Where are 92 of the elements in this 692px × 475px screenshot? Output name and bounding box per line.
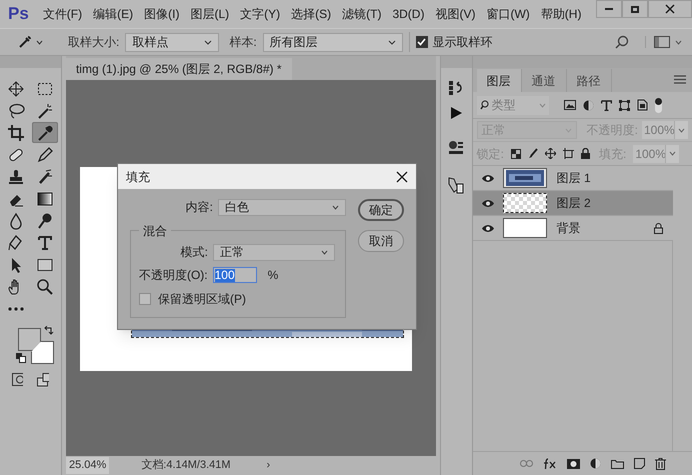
group-label: 混合 xyxy=(138,222,171,240)
sample-size-dropdown[interactable]: 取样点 xyxy=(125,32,220,52)
panel-tab[interactable]: 通道 xyxy=(522,69,567,92)
brush-icon[interactable] xyxy=(528,148,538,159)
content-label: 内容: xyxy=(186,199,213,216)
mode-dropdown[interactable]: 正常 xyxy=(212,244,335,260)
menu-item[interactable]: 文字(Y) xyxy=(240,5,280,23)
mask-icon[interactable] xyxy=(566,458,580,468)
minimize-button[interactable] xyxy=(596,0,622,18)
layer-row[interactable]: 图层 2 xyxy=(472,191,673,216)
opacity-label: 不透明度(O): xyxy=(138,267,208,284)
app-logo: Ps xyxy=(8,3,29,26)
eyedropper-icon xyxy=(18,35,32,49)
search-icon[interactable] xyxy=(615,35,629,49)
new-layer-icon[interactable] xyxy=(634,458,645,469)
adjust-icon[interactable] xyxy=(447,176,466,194)
sample-dropdown[interactable]: 所有图层 xyxy=(262,32,403,52)
screen-mode-icon[interactable] xyxy=(36,373,49,387)
menu-item[interactable]: 文件(F) xyxy=(42,5,82,23)
opacity-field[interactable]: 100 xyxy=(212,267,257,283)
cancel-button[interactable]: 取消 xyxy=(358,230,404,252)
close-icon xyxy=(665,4,675,14)
show-ring-checkbox[interactable]: 显示取样环 xyxy=(416,33,493,51)
sample-label: 样本: xyxy=(229,34,257,51)
caret-icon xyxy=(320,250,328,254)
content-dropdown[interactable]: 白色 xyxy=(218,198,346,216)
status-menu-arrow[interactable]: › xyxy=(266,457,270,474)
history-icon[interactable] xyxy=(448,80,464,96)
dialog-title: 填充 xyxy=(126,168,150,186)
eyedropper-icon[interactable] xyxy=(32,122,58,143)
layer-name: 图层 2 xyxy=(556,195,591,212)
caret-icon xyxy=(36,40,43,44)
fx-icon[interactable] xyxy=(542,458,557,470)
panel-tab[interactable]: 图层 xyxy=(476,69,522,92)
eye-icon[interactable] xyxy=(480,224,495,232)
artboard-icon[interactable] xyxy=(562,148,574,159)
check-icon xyxy=(417,38,426,46)
sample-size-label: 取样大小: xyxy=(68,34,120,51)
foreground-color-swatch[interactable] xyxy=(18,328,41,351)
mode-label: 模式: xyxy=(180,244,208,261)
ok-button[interactable]: 确定 xyxy=(358,199,404,221)
trash-icon[interactable] xyxy=(654,458,666,470)
caret-icon xyxy=(669,151,676,156)
eye-icon[interactable] xyxy=(480,198,495,208)
swap-colors-icon[interactable] xyxy=(44,326,54,336)
menu-item[interactable]: 图像(I) xyxy=(144,5,180,23)
image-filter-icon[interactable] xyxy=(564,100,576,110)
lock-icon[interactable] xyxy=(580,148,590,159)
caret-icon xyxy=(332,204,339,210)
panel-tab[interactable]: 路径 xyxy=(566,69,612,92)
menu-item[interactable]: 视图(V) xyxy=(435,5,476,23)
document-tab[interactable]: timg (1).jpg @ 25% (图层 2, RGB/8#) * xyxy=(66,58,292,80)
quick-mask-icon[interactable] xyxy=(12,373,23,386)
search-icon xyxy=(480,100,489,110)
eye-icon[interactable] xyxy=(480,174,495,182)
layer-name: 背景 xyxy=(556,220,581,237)
filter-toggle[interactable] xyxy=(654,98,662,112)
zoom-level[interactable]: 25.04% xyxy=(66,457,110,474)
menu-item[interactable]: 选择(S) xyxy=(291,5,332,23)
shape-filter-icon[interactable] xyxy=(618,100,630,110)
close-button[interactable] xyxy=(648,0,692,18)
menu-item[interactable]: 滤镜(T) xyxy=(342,5,382,23)
close-icon[interactable] xyxy=(396,170,408,182)
caret-icon xyxy=(204,40,212,44)
lock-transparent-pixels-icon[interactable] xyxy=(510,148,521,158)
menu-icon[interactable] xyxy=(674,75,686,84)
type-filter-icon[interactable] xyxy=(600,100,612,110)
layer-row[interactable]: 背景 xyxy=(472,216,673,241)
properties-icon[interactable] xyxy=(448,140,464,156)
maximize-button[interactable] xyxy=(622,0,648,18)
adjustment-filter-icon[interactable] xyxy=(582,100,594,110)
percent-unit: % xyxy=(268,267,278,284)
menu-item[interactable]: 帮助(H) xyxy=(540,5,582,23)
menu-item[interactable]: 编辑(E) xyxy=(93,5,134,23)
play-icon[interactable] xyxy=(449,106,464,120)
workspace-switcher[interactable] xyxy=(645,36,682,48)
default-colors-icon[interactable] xyxy=(16,353,26,363)
layer-name: 图层 1 xyxy=(556,170,591,187)
menu-item[interactable]: 3D(D) xyxy=(392,5,424,23)
move-icon[interactable] xyxy=(544,148,556,159)
smart-object-filter-icon[interactable] xyxy=(636,99,648,111)
adjustment-layer-icon[interactable] xyxy=(590,458,601,469)
caret-icon xyxy=(675,40,682,44)
menu-item[interactable]: 窗口(W) xyxy=(486,5,530,23)
caret-icon xyxy=(678,128,685,132)
preserve-transparency-checkbox[interactable]: 保留透明区域(P) xyxy=(138,290,337,308)
caret-icon xyxy=(538,102,546,108)
caret-icon xyxy=(388,40,396,44)
folder-icon[interactable] xyxy=(610,458,624,468)
document-size: 文档:4.14M/3.41M xyxy=(141,458,231,474)
menu-item[interactable]: 图层(L) xyxy=(190,5,230,23)
more-tools-icon[interactable] xyxy=(8,306,24,310)
